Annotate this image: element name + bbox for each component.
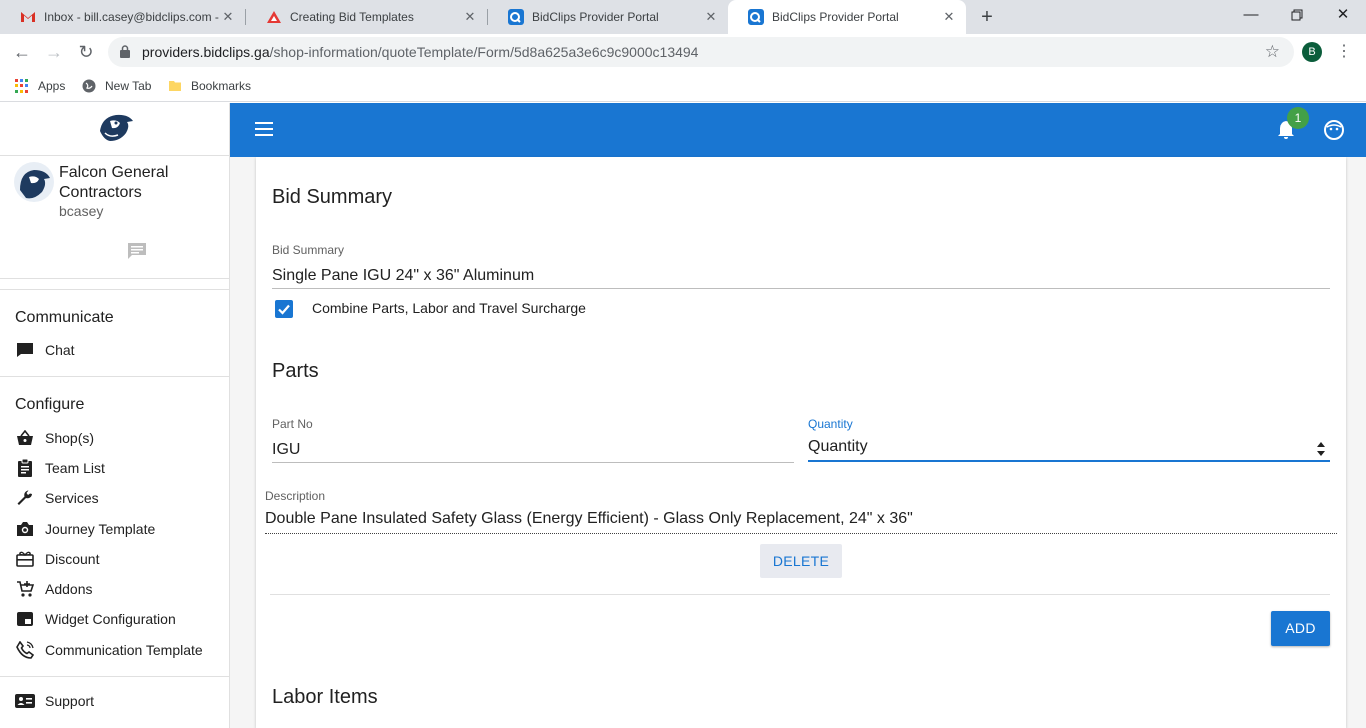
sidebar: Falcon General Contractors bcasey Commun… [0,103,230,728]
reload-icon[interactable]: ↻ [74,40,98,64]
bidclips-icon [508,9,524,25]
browser-menu-icon[interactable]: ⋮ [1336,42,1352,62]
bookmark-star-icon[interactable]: ☆ [1265,42,1280,62]
check-icon [278,304,290,315]
browser-tab[interactable]: BidClips Provider Portal ✕ [488,0,728,34]
globe-icon [82,79,96,93]
chat-bubble-icon[interactable] [127,242,147,260]
tab-close-icon[interactable]: ✕ [942,10,956,24]
app-header: 1 [230,103,1366,157]
folder-icon [169,81,181,91]
lock-icon [120,45,130,58]
parts-heading: Parts [272,360,319,382]
chat-icon [15,340,35,360]
labor-items-heading: Labor Items [272,686,378,708]
tab-close-icon[interactable]: ✕ [221,10,235,24]
description-input[interactable]: Double Pane Insulated Safety Glass (Ener… [265,510,913,528]
bookmark-apps[interactable]: Apps [15,77,65,95]
forward-arrow-icon[interactable]: → [42,40,66,64]
new-tab-plus-icon[interactable]: + [976,6,998,28]
tab-close-icon[interactable]: ✕ [704,10,718,24]
sidebar-item-addons[interactable]: Addons [15,578,92,600]
tab-close-icon[interactable]: ✕ [463,10,477,24]
browser-tab-active[interactable]: BidClips Provider Portal ✕ [728,0,966,34]
tab-title: Creating Bid Templates [290,10,414,24]
sidebar-item-chat[interactable]: Chat [15,339,75,361]
sidebar-item-journey-template[interactable]: Journey Template [15,518,155,540]
combine-label: Combine Parts, Labor and Travel Surcharg… [312,300,586,316]
account-face-icon[interactable] [1324,120,1344,140]
sidebar-item-team-list[interactable]: Team List [15,457,105,479]
bid-summary-label: Bid Summary [272,243,345,257]
bookmark-new-tab[interactable]: New Tab [82,77,151,95]
contact-card-icon [15,691,35,711]
combine-checkbox[interactable] [275,300,293,318]
minimize-icon[interactable]: — [1228,0,1274,30]
part-no-input[interactable]: IGU [272,441,300,459]
menu-icon[interactable] [255,122,273,136]
username: bcasey [59,203,104,219]
notification-badge: 1 [1287,107,1309,129]
bid-summary-heading: Bid Summary [272,186,393,208]
sidebar-item-discount[interactable]: Discount [15,548,99,570]
close-window-icon[interactable]: ✕ [1320,0,1366,30]
sidebar-item-communication-template[interactable]: Communication Template [15,639,203,661]
url-text: providers.bidclips.ga/shop-information/q… [142,44,699,60]
bookmarks-bar: Apps New Tab Bookmarks [0,70,1366,102]
section-communicate: Communicate [15,309,114,326]
address-bar[interactable]: providers.bidclips.ga/shop-information/q… [108,37,1294,67]
gmail-icon [20,9,36,25]
wrench-icon [15,488,35,508]
browser-toolbar: ← → ↻ providers.bidclips.ga/shop-informa… [0,34,1366,70]
phone-icon [15,640,35,660]
redeem-icon [15,549,35,569]
tab-title: BidClips Provider Portal [532,10,659,24]
camera-icon [15,519,35,539]
company-name: Falcon General Contractors [59,164,169,201]
sidebar-item-support[interactable]: Support [15,690,94,712]
bid-summary-input[interactable]: Single Pane IGU 24" x 36" Aluminum [272,267,534,285]
basket-icon [15,428,35,448]
sidebar-item-widget-configuration[interactable]: Widget Configuration [15,608,176,630]
quantity-label: Quantity [808,417,853,431]
section-configure: Configure [15,396,85,413]
tab-title: BidClips Provider Portal [772,10,899,24]
apps-grid-icon [15,79,29,93]
bid-template-form: Bid Summary Bid Summary Single Pane IGU … [256,157,1346,728]
quantity-stepper-icon[interactable] [1316,441,1326,457]
browser-tabstrip: Inbox - bill.casey@bidclips.com - ✕ Crea… [0,0,1366,34]
browser-tab[interactable]: Creating Bid Templates ✕ [246,0,487,34]
delete-button[interactable]: DELETE [760,544,842,578]
sidebar-item-shops[interactable]: Shop(s) [15,427,94,449]
tab-title: Inbox - bill.casey@bidclips.com - [44,10,219,24]
widget-icon [15,609,35,629]
browser-tab[interactable]: Inbox - bill.casey@bidclips.com - ✕ [0,0,245,34]
profile-avatar[interactable]: B [1302,42,1322,62]
add-button[interactable]: ADD [1271,611,1330,646]
main-content: Bid Summary Bid Summary Single Pane IGU … [230,157,1366,728]
part-no-label: Part No [272,417,313,431]
drive-icon [266,9,282,25]
cart-plus-icon [15,579,35,599]
falcon-logo-icon [100,114,133,141]
bookmark-folder[interactable]: Bookmarks [168,77,251,95]
description-label: Description [265,489,326,503]
bidclips-icon [748,9,764,25]
quantity-input[interactable]: Quantity [808,438,868,456]
sidebar-item-services[interactable]: Services [15,487,99,509]
restore-icon[interactable] [1274,0,1320,30]
clipboard-icon [15,458,35,478]
avatar [14,162,54,202]
back-arrow-icon[interactable]: ← [10,40,34,64]
